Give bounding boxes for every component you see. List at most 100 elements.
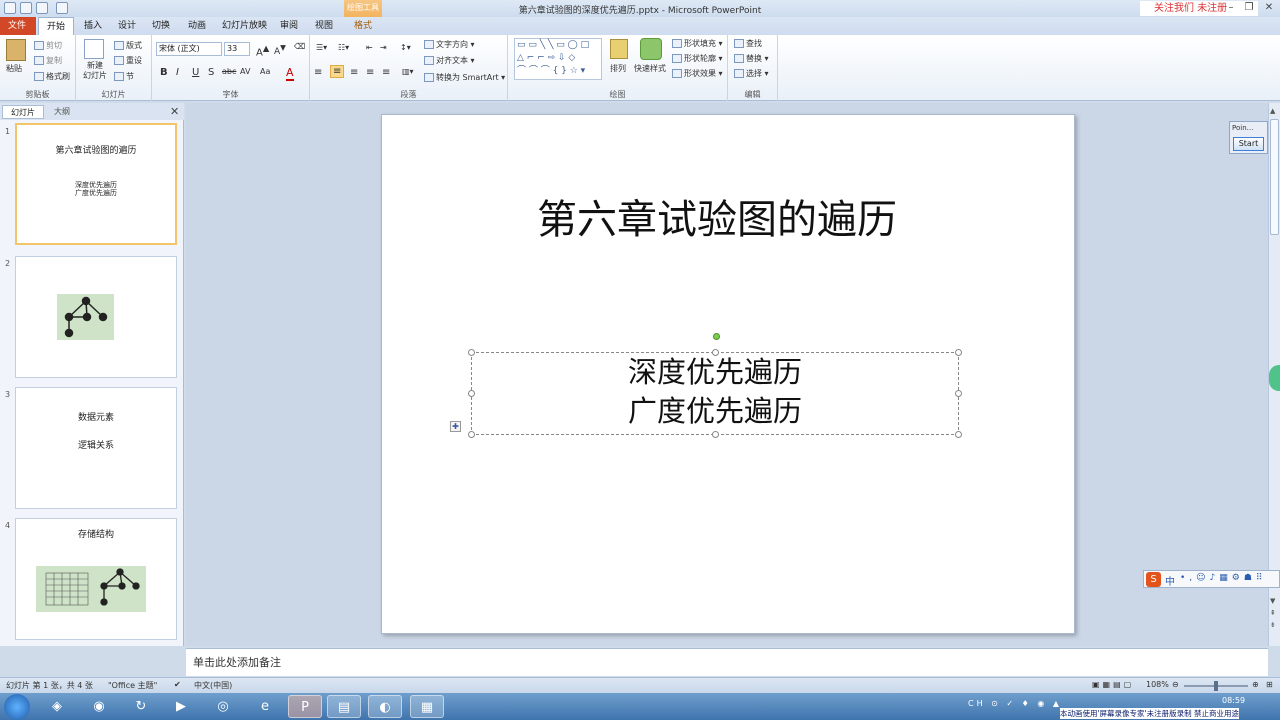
paste-icon[interactable]: [6, 39, 26, 61]
slide-title[interactable]: 第六章试验图的遍历: [402, 187, 1032, 245]
resize-handle[interactable]: [712, 349, 719, 356]
zoom-out-icon[interactable]: ⊖: [1172, 680, 1179, 689]
shadow-button[interactable]: S: [208, 67, 214, 78]
rotate-handle[interactable]: [713, 333, 720, 340]
find-button[interactable]: 查找: [734, 38, 762, 49]
start-orb-icon[interactable]: [4, 694, 30, 720]
align-text-button[interactable]: 对齐文本 ▾: [424, 55, 475, 66]
bullets-button[interactable]: ☰▾: [316, 43, 327, 52]
zoom-thumb[interactable]: [1214, 681, 1218, 691]
shrink-font-button[interactable]: A▼: [274, 43, 286, 57]
quick-styles-icon[interactable]: [640, 38, 662, 60]
resize-handle[interactable]: [955, 349, 962, 356]
spellcheck-icon[interactable]: ✔: [174, 680, 181, 689]
tab-slideshow[interactable]: 幻灯片放映: [214, 17, 275, 35]
grow-font-button[interactable]: A▲: [256, 43, 269, 58]
tab-view[interactable]: 视图: [307, 17, 341, 35]
new-slide-icon[interactable]: [84, 39, 104, 59]
resize-handle[interactable]: [468, 390, 475, 397]
reset-button[interactable]: 重设: [114, 55, 142, 66]
taskbar-app-1-icon[interactable]: ◈: [40, 695, 74, 718]
slide-thumbnail-4[interactable]: 存储结构: [15, 518, 177, 640]
arrange-icon[interactable]: [610, 39, 628, 59]
replace-button[interactable]: 替换 ▾: [734, 53, 769, 64]
section-button[interactable]: 节: [114, 71, 134, 82]
wechat-icon[interactable]: ◉: [82, 695, 116, 718]
paste-button[interactable]: 粘贴: [6, 63, 22, 74]
resize-handle[interactable]: [955, 431, 962, 438]
align-left-button[interactable]: ≡: [314, 67, 322, 78]
tab-outline[interactable]: 大纲: [46, 105, 78, 119]
layout-button[interactable]: 版式: [114, 40, 142, 51]
font-size-select[interactable]: 33: [224, 42, 250, 56]
shape-effects-button[interactable]: 形状效果 ▾: [672, 68, 723, 79]
chrome-icon[interactable]: ◎: [206, 695, 240, 718]
resize-handle[interactable]: [955, 390, 962, 397]
copy-button[interactable]: 复制: [34, 55, 62, 66]
media-player-icon[interactable]: ▶: [164, 695, 198, 718]
close-pane-icon[interactable]: ✕: [170, 105, 179, 118]
shape-outline-button[interactable]: 形状轮廓 ▾: [672, 53, 723, 64]
change-case-button[interactable]: Aa: [260, 67, 270, 76]
scroll-down-icon[interactable]: ▼: [1270, 597, 1275, 605]
resize-handle[interactable]: [468, 431, 475, 438]
system-tray-icons[interactable]: CH ⊙ ✓ ♦ ◉ ▲: [968, 699, 1062, 708]
tab-review[interactable]: 审阅: [272, 17, 306, 35]
zoom-in-icon[interactable]: ⊕: [1252, 680, 1259, 689]
quick-styles-button[interactable]: 快速样式: [634, 63, 666, 74]
format-painter-button[interactable]: 格式刷: [34, 71, 70, 82]
underline-button[interactable]: U: [192, 67, 199, 78]
shape-fill-button[interactable]: 形状填充 ▾: [672, 38, 723, 49]
tab-file[interactable]: 文件: [0, 17, 36, 35]
strikethrough-button[interactable]: abc: [222, 67, 236, 76]
start-button[interactable]: Start: [1233, 137, 1264, 151]
powerpoint-taskbar-icon[interactable]: P: [288, 695, 322, 718]
align-right-button[interactable]: ≡: [350, 67, 358, 78]
increase-indent-button[interactable]: ⇥: [380, 43, 387, 52]
tab-transitions[interactable]: 切换: [144, 17, 178, 35]
zoom-level[interactable]: 108%: [1146, 680, 1169, 689]
ie-icon[interactable]: e: [248, 695, 282, 718]
tab-insert[interactable]: 插入: [76, 17, 110, 35]
recorder-taskbar-icon[interactable]: ▦: [410, 695, 444, 718]
minimize-button[interactable]: –: [1222, 2, 1240, 14]
columns-button[interactable]: ▥▾: [402, 67, 414, 76]
new-slide-button[interactable]: 新建 幻灯片: [80, 61, 110, 81]
body-textbox[interactable]: 深度优先遍历 广度优先遍历: [468, 349, 962, 438]
text-direction-button[interactable]: 文字方向 ▾: [424, 39, 475, 50]
autofit-options-icon[interactable]: ✚: [450, 421, 461, 432]
slide-thumbnail-3[interactable]: 数据元素 逻辑关系: [15, 387, 177, 509]
tab-slides[interactable]: 幻灯片: [2, 105, 44, 119]
arrange-button[interactable]: 排列: [610, 63, 626, 74]
app-taskbar-icon[interactable]: ◐: [368, 695, 402, 718]
char-spacing-button[interactable]: AV: [240, 67, 250, 76]
distribute-button[interactable]: ≡: [382, 67, 390, 78]
font-color-button[interactable]: A: [286, 66, 294, 81]
ime-tool-icons[interactable]: •,☺♪▦⚙☗⠿: [1180, 573, 1267, 583]
fit-slide-icon[interactable]: ⊞: [1266, 680, 1273, 689]
line-spacing-button[interactable]: ↕▾: [400, 43, 411, 52]
ime-mode[interactable]: 中: [1165, 573, 1175, 588]
justify-button[interactable]: ≡: [366, 67, 374, 78]
select-button[interactable]: 选择 ▾: [734, 68, 769, 79]
sync-icon[interactable]: ↻: [124, 695, 158, 718]
tab-animations[interactable]: 动画: [180, 17, 214, 35]
slide-thumbnail-2[interactable]: [15, 256, 177, 378]
tab-design[interactable]: 设计: [110, 17, 144, 35]
body-line-2[interactable]: 广度优先遍历: [472, 388, 958, 430]
tab-home[interactable]: 开始: [38, 17, 75, 35]
smartart-button[interactable]: 转换为 SmartArt ▾: [424, 72, 505, 83]
align-center-button[interactable]: ≡: [330, 65, 345, 78]
font-family-select[interactable]: 宋体 (正文): [156, 42, 222, 56]
slide-canvas[interactable]: 第六章试验图的遍历 深度优先遍历 广度优先遍历: [381, 114, 1075, 634]
prev-slide-icon[interactable]: ⇞: [1270, 609, 1276, 617]
sogou-logo-icon[interactable]: S: [1146, 572, 1161, 587]
resize-handle[interactable]: [468, 349, 475, 356]
close-button[interactable]: ✕: [1260, 2, 1278, 14]
slide-thumbnail-1[interactable]: 第六章试验图的遍历 深度优先遍历 广度优先遍历: [15, 123, 177, 245]
restore-button[interactable]: ❐: [1240, 2, 1258, 14]
shapes-gallery[interactable]: ▭ ▭ ╲ ╲ ▭ ◯ □ △ ⌐ ⌐ ⇨ ⇩ ◇ ⌒ ⌒ ⌒ { } ☆ ▾: [514, 38, 602, 80]
numbering-button[interactable]: ☷▾: [338, 43, 349, 52]
explorer-icon[interactable]: ▤: [327, 695, 361, 718]
scroll-up-icon[interactable]: ▲: [1270, 107, 1275, 115]
